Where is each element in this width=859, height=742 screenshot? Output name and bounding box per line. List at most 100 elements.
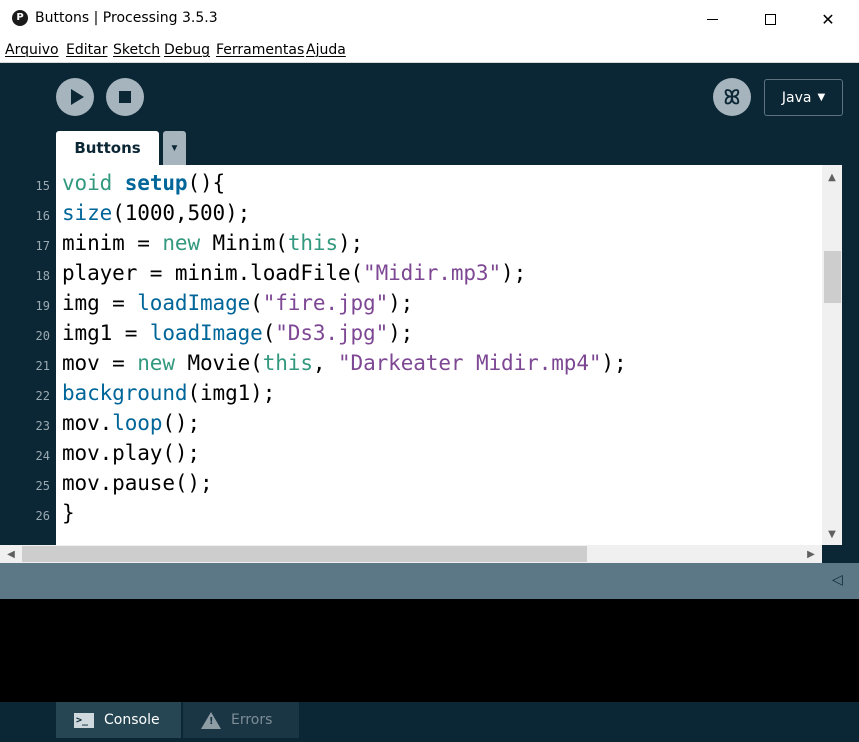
debugger-icon: ꕤ: [723, 85, 741, 109]
code-text: );: [388, 291, 414, 315]
warning-icon: !: [201, 711, 221, 729]
tab-console[interactable]: >_ Console: [56, 702, 181, 738]
dropdown-arrow-icon: ▼: [169, 142, 180, 154]
mode-label: Java: [781, 89, 812, 106]
run-button[interactable]: [56, 78, 94, 116]
horizontal-scroll-thumb[interactable]: [22, 546, 587, 562]
line-number: 22: [35, 389, 50, 403]
close-icon: ✕: [821, 9, 835, 29]
code-line: minim = new Minim(this);: [62, 231, 363, 255]
line-number: 21: [35, 359, 50, 373]
minimize-icon: [706, 18, 718, 20]
menu-sketch[interactable]: Sketch: [113, 42, 160, 58]
stop-icon: [119, 91, 131, 103]
menu-arquivo[interactable]: Arquivo: [5, 42, 59, 58]
line-number: 17: [35, 239, 50, 253]
code-text: ();: [162, 411, 201, 435]
line-number: 24: [35, 449, 50, 463]
vertical-scroll-thumb[interactable]: [824, 251, 841, 303]
code-line: }: [62, 501, 75, 525]
console-output[interactable]: [0, 599, 859, 702]
menu-ferramentas[interactable]: Ferramentas: [216, 42, 304, 58]
code-text: }: [62, 501, 75, 525]
collapse-console-icon[interactable]: ◁: [832, 572, 843, 588]
builtin: loop: [112, 411, 163, 435]
keyword: this: [262, 351, 313, 375]
scroll-left-icon[interactable]: ◀: [2, 545, 20, 563]
code-text: (: [250, 291, 263, 315]
menu-bar: Arquivo Editar Sketch Debug Ferramentas …: [0, 38, 859, 63]
vertical-scrollbar[interactable]: ▲ ▼: [822, 165, 842, 545]
line-number: 18: [35, 269, 50, 283]
line-number: 25: [35, 479, 50, 493]
horizontal-scrollbar[interactable]: ◀ ▶: [0, 545, 822, 563]
title-bar: P Buttons | Processing 3.5.3 ✕: [0, 0, 859, 38]
errors-tab-label: Errors: [231, 712, 273, 728]
code-line: size(1000,500);: [62, 201, 250, 225]
builtin: loadImage: [149, 321, 263, 345]
function-name: setup: [124, 171, 188, 195]
tab-errors[interactable]: ! Errors: [183, 702, 299, 738]
debug-button[interactable]: ꕤ: [713, 78, 751, 116]
line-number: 19: [35, 299, 50, 313]
scroll-corner: [822, 545, 859, 563]
close-button[interactable]: ✕: [799, 0, 857, 38]
chevron-down-icon: ▼: [817, 92, 826, 103]
string-literal: "Midir.mp3": [363, 261, 502, 285]
code-text: );: [601, 351, 627, 375]
code-line: void setup(){: [62, 171, 225, 195]
mode-selector[interactable]: Java ▼: [764, 79, 843, 116]
code-text: img =: [62, 291, 138, 315]
console-icon: >_: [74, 712, 94, 728]
code-line: player = minim.loadFile("Midir.mp3");: [62, 261, 526, 285]
minimize-button[interactable]: [683, 0, 741, 38]
code-text: mov.pause();: [62, 471, 213, 495]
string-literal: "Darkeater Midir.mp4": [338, 351, 602, 375]
scroll-down-icon[interactable]: ▼: [822, 525, 842, 543]
code-line: mov.loop();: [62, 411, 200, 435]
tab-menu-button[interactable]: ▼: [163, 131, 186, 165]
code-line: mov.play();: [62, 441, 200, 465]
keyword: void: [62, 171, 113, 195]
code-line: mov.pause();: [62, 471, 213, 495]
line-number-gutter: 15 16 17 18 19 20 21 22 23 24 25 26: [0, 165, 56, 545]
code-text: Minim(: [200, 231, 288, 255]
menu-ajuda[interactable]: Ajuda: [306, 42, 346, 58]
play-icon: [70, 89, 84, 105]
message-area[interactable]: ◁: [0, 563, 859, 599]
menu-editar[interactable]: Editar: [66, 42, 107, 58]
code-text: minim =: [62, 231, 163, 255]
stop-button[interactable]: [106, 78, 144, 116]
code-line: img = loadImage("fire.jpg");: [62, 291, 413, 315]
code-text: mov.: [62, 411, 113, 435]
keyword: this: [287, 231, 338, 255]
scroll-right-icon[interactable]: ▶: [802, 545, 820, 563]
code-text: );: [501, 261, 527, 285]
code-editor[interactable]: 15 16 17 18 19 20 21 22 23 24 25 26 void…: [0, 165, 859, 545]
code-text: (img1);: [187, 381, 276, 405]
processing-logo-icon: P: [12, 10, 28, 26]
builtin: loadImage: [137, 291, 251, 315]
keyword: new: [137, 351, 175, 375]
tab-buttons[interactable]: Buttons: [56, 131, 159, 165]
line-number: 23: [35, 419, 50, 433]
code-line: background(img1);: [62, 381, 275, 405]
maximize-icon: [764, 13, 776, 25]
code-text: (: [262, 321, 276, 345]
maximize-button[interactable]: [741, 0, 799, 38]
code-text: );: [338, 231, 364, 255]
builtin: background: [62, 381, 188, 405]
code-text: );: [388, 321, 414, 345]
code-text: mov.play();: [62, 441, 200, 465]
code-text: mov =: [62, 351, 138, 375]
window-title: Buttons | Processing 3.5.3: [35, 10, 218, 26]
scroll-up-icon[interactable]: ▲: [822, 168, 842, 186]
code-text: (1000,500);: [112, 201, 251, 225]
menu-debug[interactable]: Debug: [164, 42, 210, 58]
code-text: player = minim.loadFile(: [62, 261, 364, 285]
code-text: ,: [312, 351, 338, 375]
footer-tabs: >_ Console ! Errors: [0, 702, 859, 742]
editor-right-margin: [842, 165, 859, 545]
builtin: size: [62, 201, 113, 225]
